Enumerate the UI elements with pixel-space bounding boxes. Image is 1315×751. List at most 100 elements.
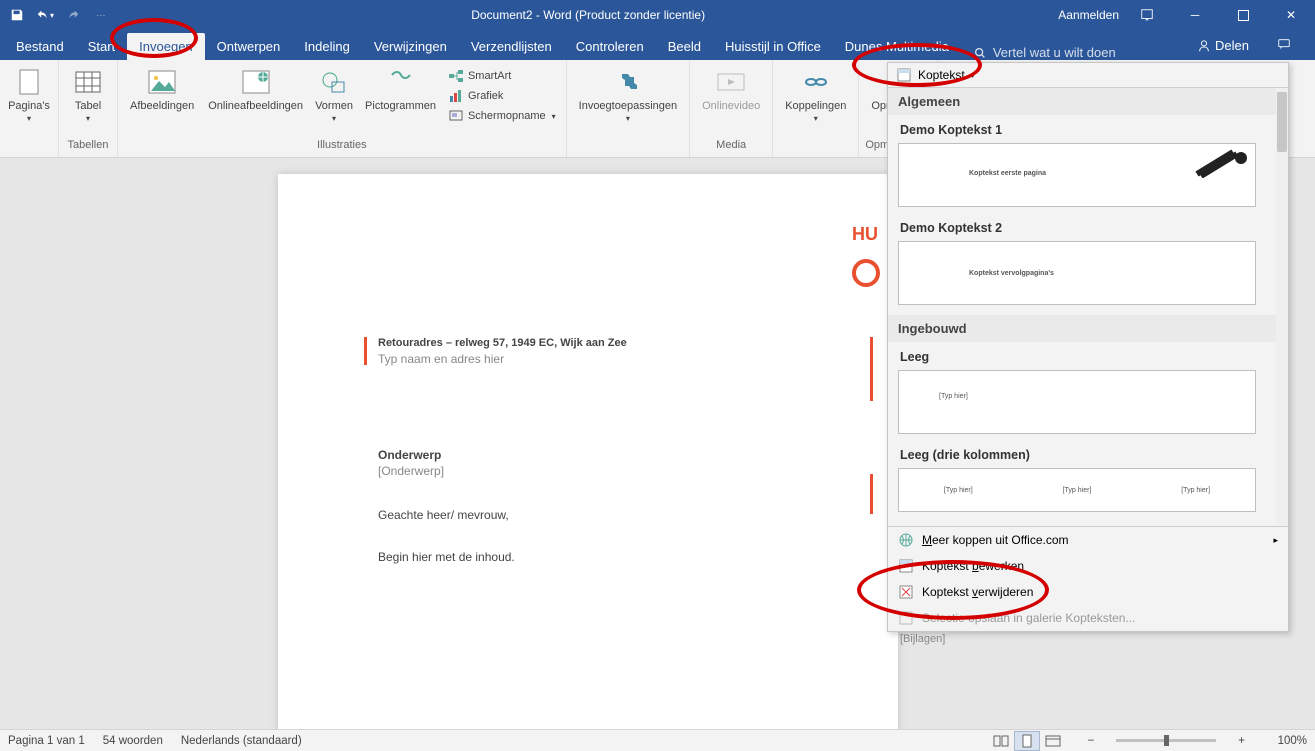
shapes-icon — [318, 66, 350, 98]
document-page[interactable]: HU Retouradres – relweg 57, 1949 EC, Wij… — [278, 174, 898, 729]
leeg-title: Leeg — [898, 346, 1286, 370]
smartart-button[interactable]: SmartArt — [444, 66, 560, 86]
gallery-scrollbar[interactable] — [1276, 88, 1288, 526]
close-icon[interactable]: ✕ — [1271, 0, 1311, 30]
vormen-button[interactable]: Vormen ▾ — [311, 64, 357, 125]
group-illustraties: Illustraties — [124, 139, 560, 153]
accent-bar-right1 — [870, 337, 873, 401]
page-indicator[interactable]: Pagina 1 van 1 — [8, 735, 85, 747]
tab-controleren[interactable]: Controleren — [564, 33, 656, 60]
tab-dunes[interactable]: Dunes Multimedia — [833, 33, 961, 60]
tabel-button[interactable]: Tabel ▾ — [65, 64, 111, 125]
zoom-in-button[interactable]: + — [1234, 735, 1249, 747]
link-icon — [800, 66, 832, 98]
smartart-icon — [448, 68, 464, 84]
status-bar: Pagina 1 van 1 54 woorden Nederlands (st… — [0, 729, 1315, 751]
bijlagen-text: [Bijlagen] — [900, 633, 945, 645]
zoom-slider[interactable] — [1116, 739, 1216, 742]
demo-koptekst-1-preview[interactable]: Koptekst eerste pagina — [898, 143, 1256, 207]
globe-icon — [898, 532, 914, 548]
save-gallery-icon — [898, 610, 914, 626]
afbeeldingen-button[interactable]: Afbeeldingen — [124, 64, 200, 114]
section-algemeen: Algemeen — [888, 88, 1288, 115]
schermopname-button[interactable]: Schermopname▾ — [444, 106, 560, 126]
koptekst-bewerken-menuitem[interactable]: Koptekst bewerken — [888, 553, 1288, 579]
page-icon — [13, 66, 45, 98]
accent-bar — [364, 337, 367, 365]
tab-verwijzingen[interactable]: Verwijzingen — [362, 33, 459, 60]
group-media: Media — [696, 139, 766, 153]
tell-me-search[interactable]: Vertel wat u wilt doen — [961, 45, 1185, 60]
tab-indeling[interactable]: Indeling — [292, 33, 362, 60]
addins-icon — [612, 66, 644, 98]
section-ingebouwd: Ingebouwd — [888, 315, 1288, 342]
koppelingen-button[interactable]: Koppelingen ▾ — [779, 64, 852, 125]
screenshot-icon — [448, 108, 464, 124]
paginas-button[interactable]: Pagina's ▾ — [6, 64, 52, 125]
header-icon — [896, 67, 912, 83]
remove-header-icon — [898, 584, 914, 600]
undo-icon[interactable]: ▾ — [32, 2, 58, 28]
tab-invoegen[interactable]: Invoegen — [127, 33, 205, 60]
web-layout-icon[interactable] — [1040, 731, 1066, 751]
share-button[interactable]: Delen — [1185, 32, 1261, 59]
zoom-level[interactable]: 100% — [1267, 735, 1307, 747]
body-text[interactable]: Begin hier met de inhoud. — [378, 550, 515, 564]
address-placeholder[interactable]: Typ naam en adres hier — [378, 352, 504, 366]
tab-start[interactable]: Start — [76, 33, 127, 60]
subject-label: Onderwerp — [378, 448, 441, 462]
logo-circle — [852, 259, 880, 287]
tab-bestand[interactable]: Bestand — [4, 33, 76, 60]
invoegtoepassingen-button[interactable]: Invoegtoepassingen ▾ — [573, 64, 683, 125]
tab-verzendlijsten[interactable]: Verzendlijsten — [459, 33, 564, 60]
demo1-graphic-icon — [1193, 148, 1251, 178]
video-icon — [715, 66, 747, 98]
comments-icon[interactable] — [1265, 31, 1303, 60]
koptekst-button[interactable]: Koptekst ▾ — [888, 63, 1288, 88]
edit-header-icon — [898, 558, 914, 574]
leeg-preview[interactable]: [Typ hier] — [898, 370, 1256, 434]
accent-bar-right2 — [870, 474, 873, 514]
table-icon — [72, 66, 104, 98]
selectie-opslaan-menuitem: Selectie opslaan in galerie Kopteksten..… — [888, 605, 1288, 631]
tab-huisstijl[interactable]: Huisstijl in Office — [713, 33, 833, 60]
qat-customize-icon[interactable]: ⋯ — [88, 2, 114, 28]
demo-koptekst-1-title: Demo Koptekst 1 — [898, 119, 1286, 143]
ribbon-options-icon[interactable] — [1127, 0, 1167, 30]
read-mode-icon[interactable] — [988, 731, 1014, 751]
title-bar: ▾ ⋯ Document2 - Word (Product zonder lic… — [0, 0, 1315, 30]
tab-beeld[interactable]: Beeld — [656, 33, 713, 60]
online-picture-icon — [240, 66, 272, 98]
redo-icon[interactable] — [60, 2, 86, 28]
leeg3-title: Leeg (drie kolommen) — [898, 444, 1286, 468]
koptekst-dropdown: Koptekst ▾ Algemeen Demo Koptekst 1 Kopt… — [887, 62, 1289, 632]
maximize-icon[interactable] — [1223, 0, 1263, 30]
tab-ontwerpen[interactable]: Ontwerpen — [205, 33, 293, 60]
salutation[interactable]: Geachte heer/ mevrouw, — [378, 508, 509, 522]
grafiek-button[interactable]: Grafiek — [444, 86, 560, 106]
return-address: Retouradres – relweg 57, 1949 EC, Wijk a… — [378, 337, 627, 349]
ribbon-tabs: Bestand Start Invoegen Ontwerpen Indelin… — [0, 30, 1315, 60]
demo-koptekst-2-preview[interactable]: Koptekst vervolgpagina's — [898, 241, 1256, 305]
language-indicator[interactable]: Nederlands (standaard) — [181, 735, 302, 747]
chart-icon — [448, 88, 464, 104]
onlinevideo-button[interactable]: Onlinevideo — [696, 64, 766, 114]
signin-link[interactable]: Aanmelden — [1058, 8, 1119, 22]
picture-icon — [146, 66, 178, 98]
save-icon[interactable] — [4, 2, 30, 28]
document-title: Document2 - Word (Product zonder licenti… — [118, 8, 1058, 22]
meer-koppen-menuitem[interactable]: MMeer koppen uit Office.comeer koppen ui… — [888, 527, 1288, 553]
group-tabellen: Tabellen — [65, 139, 111, 153]
demo-koptekst-2-title: Demo Koptekst 2 — [898, 217, 1286, 241]
pictogrammen-button[interactable]: Pictogrammen — [359, 64, 442, 114]
print-layout-icon[interactable] — [1014, 731, 1040, 751]
leeg3-preview[interactable]: [Typ hier] [Typ hier] [Typ hier] — [898, 468, 1256, 512]
minimize-icon[interactable]: ─ — [1175, 0, 1215, 30]
logo-text: HU — [852, 224, 878, 245]
icons-icon — [385, 66, 417, 98]
onlineafbeeldingen-button[interactable]: Onlineafbeeldingen — [202, 64, 309, 114]
zoom-out-button[interactable]: − — [1084, 735, 1099, 747]
koptekst-verwijderen-menuitem[interactable]: Koptekst verwijderen — [888, 579, 1288, 605]
subject-value[interactable]: [Onderwerp] — [378, 464, 444, 478]
word-count[interactable]: 54 woorden — [103, 735, 163, 747]
